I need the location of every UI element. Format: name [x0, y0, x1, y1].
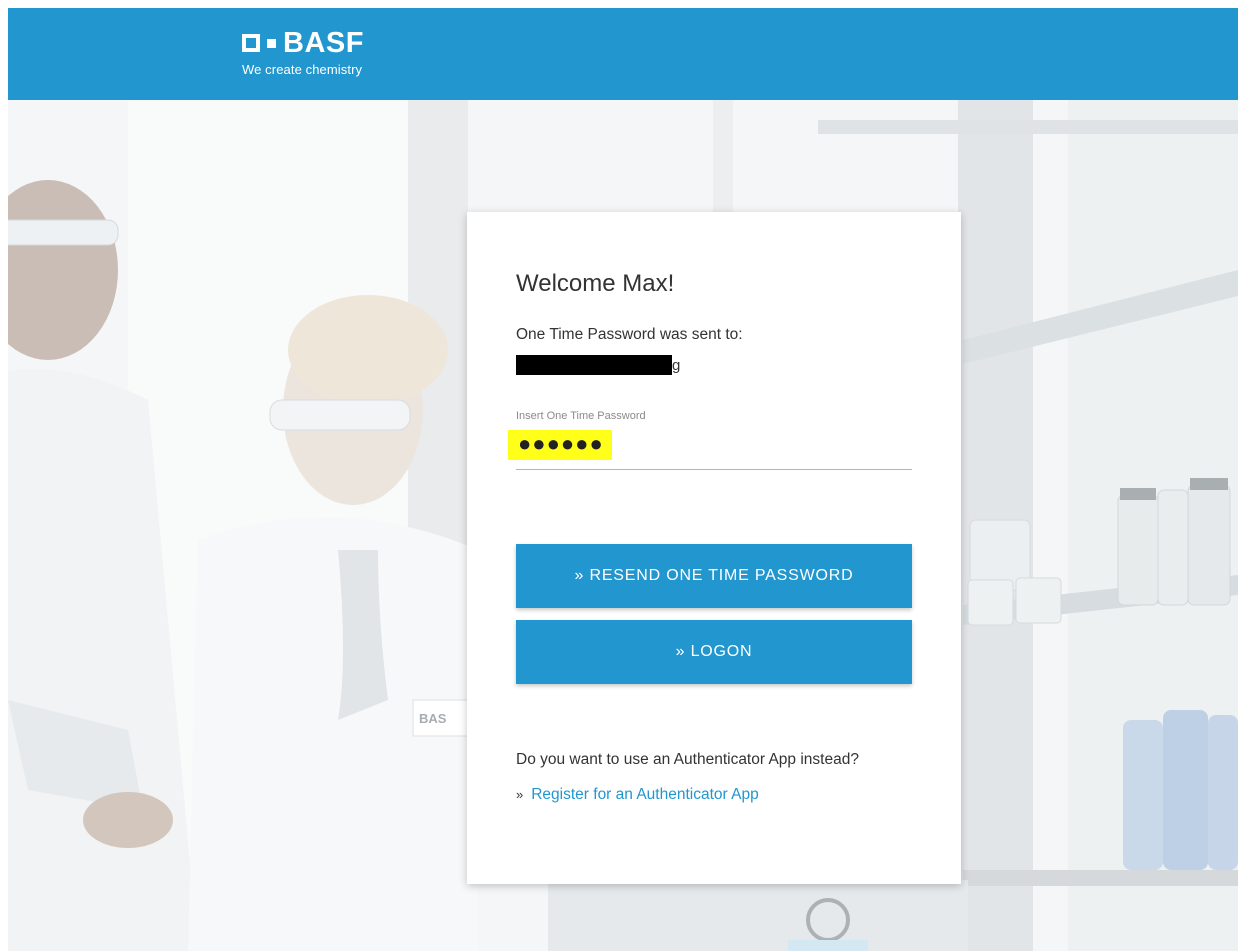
brand-tagline: We create chemistry — [242, 62, 363, 77]
logon-button[interactable]: » LOGON — [516, 620, 912, 684]
register-prefix: » — [516, 787, 524, 802]
resend-otp-button[interactable]: » RESEND ONE TIME PASSWORD — [516, 544, 912, 608]
authenticator-question: Do you want to use an Authenticator App … — [516, 751, 859, 768]
basf-logo[interactable]: BASF We create chemistry — [242, 28, 364, 77]
otp-sent-label: One Time Password was sent to: — [516, 326, 743, 343]
otp-input[interactable]: ●●●●●● — [508, 428, 912, 470]
email-visible-tail: g — [672, 357, 681, 374]
login-card: Welcome Max! One Time Password was sent … — [467, 212, 961, 884]
logo-square-icon — [242, 34, 260, 52]
logo-dash-icon — [267, 38, 276, 48]
email-redaction — [516, 355, 672, 375]
register-row: » Register for an Authenticator App — [516, 786, 759, 804]
logo-mark: BASF — [242, 28, 364, 58]
welcome-heading: Welcome Max! — [516, 270, 675, 297]
header-bar: BASF We create chemistry — [8, 8, 1238, 100]
brand-name: BASF — [283, 27, 364, 59]
otp-input-value: ●●●●●● — [518, 431, 604, 456]
otp-field-label: Insert One Time Password — [516, 410, 646, 422]
page-frame: BAS BASF We create chemistry Welcome Max… — [8, 8, 1238, 951]
register-authenticator-link[interactable]: Register for an Authenticator App — [531, 786, 758, 803]
masked-email: g — [516, 355, 716, 375]
